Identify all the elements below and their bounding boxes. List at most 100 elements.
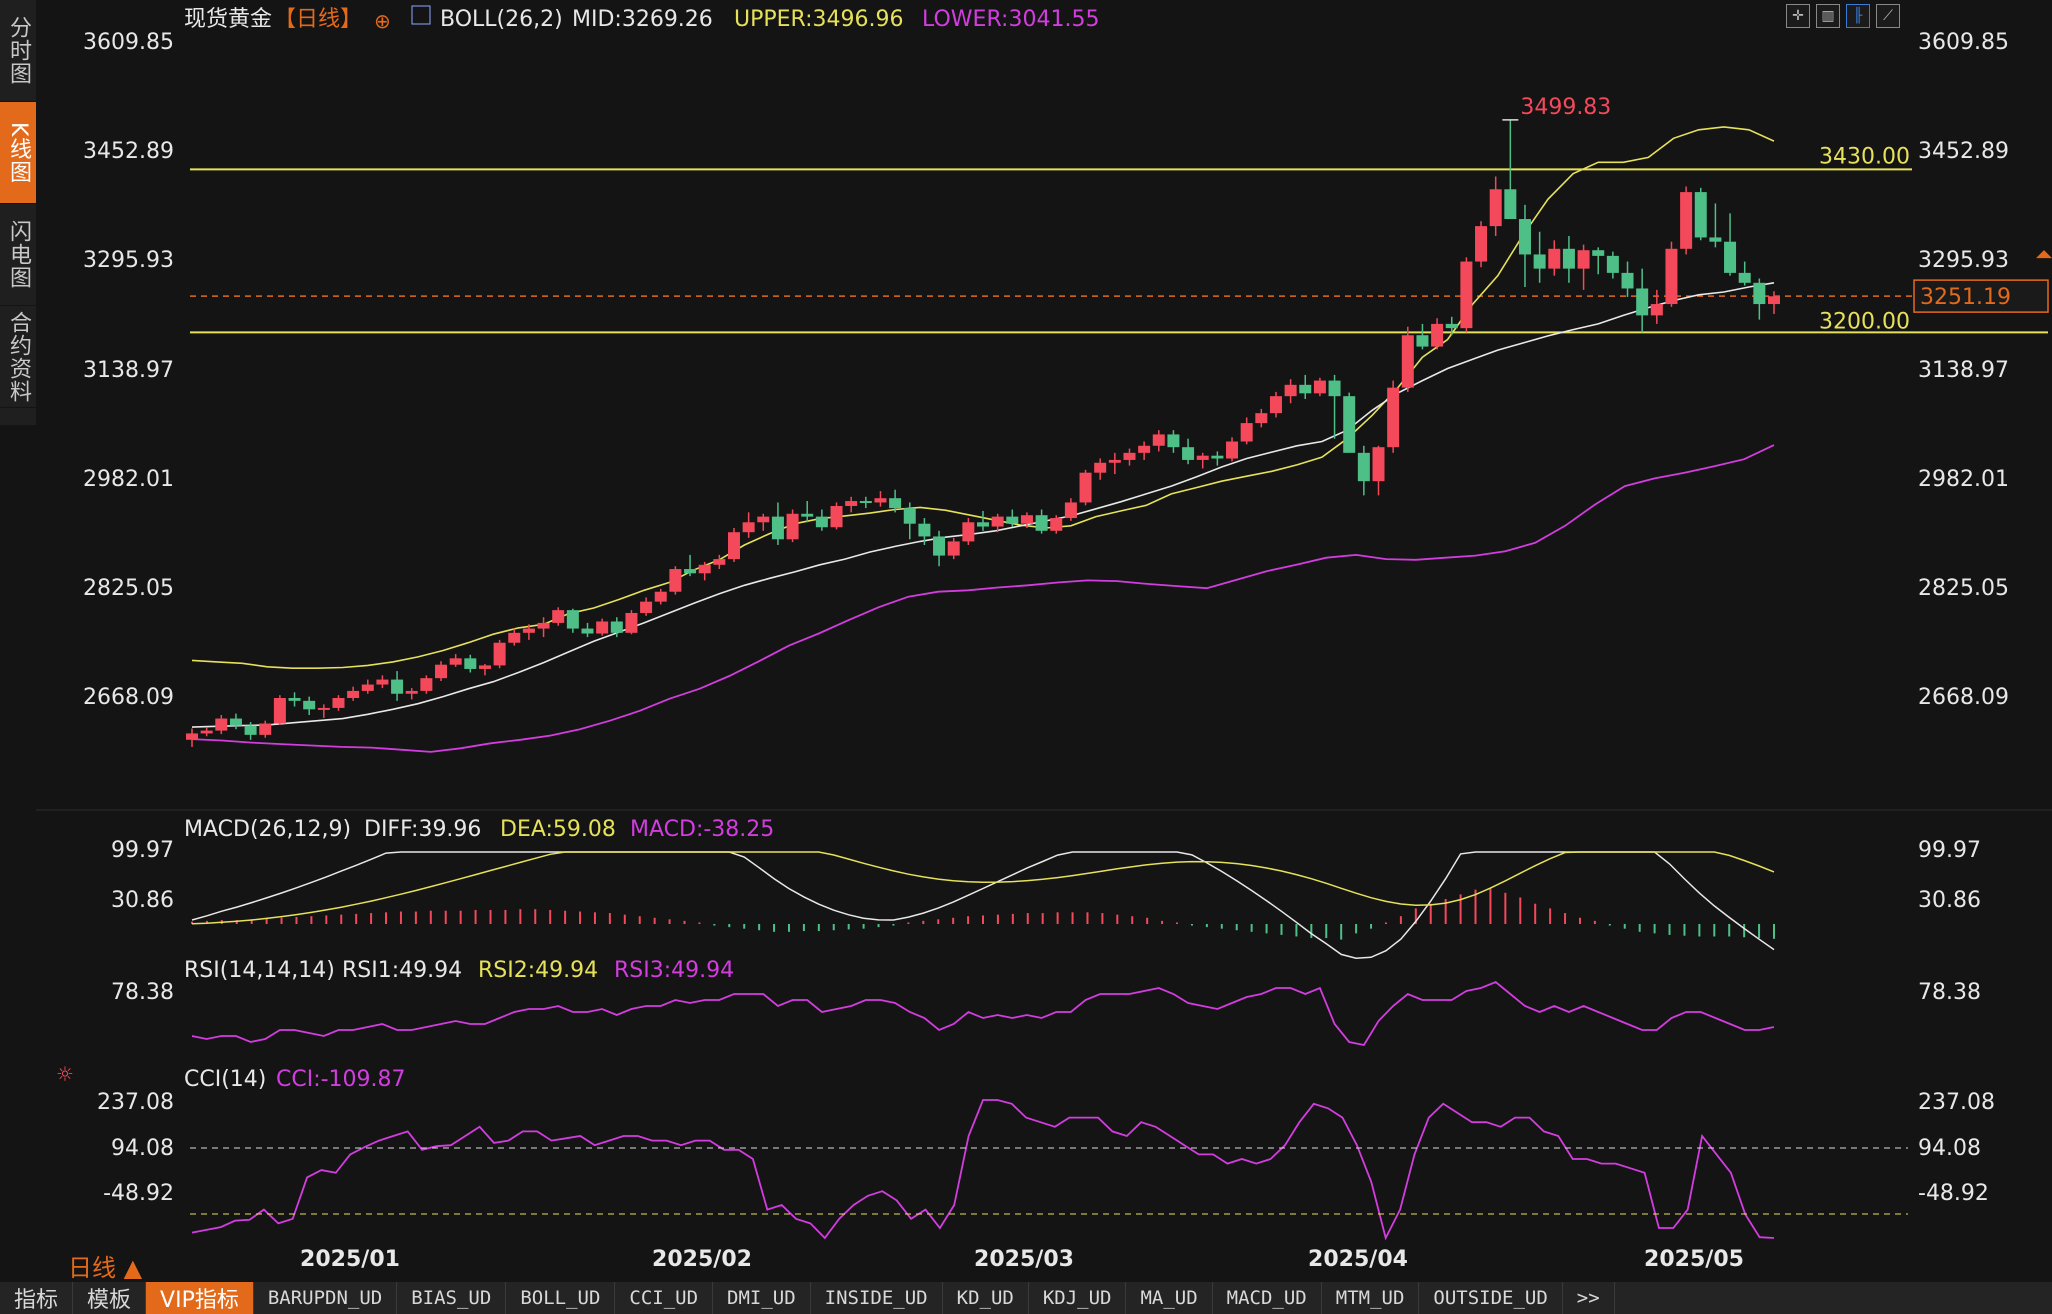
candle bbox=[581, 622, 594, 638]
indicator-tab-kd-ud[interactable]: KD_UD bbox=[943, 1282, 1029, 1314]
macd-tick-mid-left: 30.86 bbox=[111, 888, 174, 913]
rsi-label: RSI(14,14,14) bbox=[184, 958, 335, 983]
indicator-tab-ma-ud[interactable]: MA_UD bbox=[1126, 1282, 1213, 1314]
candle bbox=[1724, 213, 1737, 276]
indicator-tab-模板[interactable]: 模板 bbox=[73, 1282, 147, 1314]
candle bbox=[596, 618, 609, 636]
x-label-may: 2025/05 bbox=[1644, 1247, 1744, 1272]
candle-body bbox=[435, 664, 448, 679]
line-icon[interactable]: ⟋ bbox=[1876, 4, 1900, 28]
price-tick-left: 3138.97 bbox=[83, 358, 174, 383]
candle bbox=[1211, 451, 1224, 466]
candle-body bbox=[1445, 323, 1458, 329]
indicator-tab-macd-ud[interactable]: MACD_UD bbox=[1213, 1282, 1322, 1314]
indicator-tab-指标[interactable]: 指标 bbox=[0, 1282, 74, 1314]
indicator-tab-mtm-ud[interactable]: MTM_UD bbox=[1322, 1282, 1420, 1314]
candle bbox=[684, 554, 697, 577]
candle bbox=[669, 566, 682, 595]
x-label-jan: 2025/01 bbox=[300, 1247, 400, 1272]
candle bbox=[1138, 441, 1151, 460]
candle-body bbox=[713, 559, 726, 565]
rsi3-value: RSI3:49.94 bbox=[614, 958, 734, 983]
indicator-tab--[interactable]: >> bbox=[1563, 1282, 1615, 1314]
candle-body bbox=[1460, 261, 1473, 329]
candle bbox=[801, 501, 814, 523]
candle-body bbox=[1313, 380, 1326, 394]
candle-body bbox=[273, 698, 286, 724]
macd-tick-high-left: 99.97 bbox=[111, 838, 174, 863]
candle bbox=[273, 695, 286, 725]
candle bbox=[200, 727, 213, 737]
candle-body bbox=[1108, 459, 1121, 463]
candle-body bbox=[1518, 219, 1531, 255]
candle bbox=[1680, 186, 1693, 255]
candle-body bbox=[610, 621, 623, 633]
candle bbox=[259, 720, 272, 738]
candle-body bbox=[889, 498, 902, 509]
candle bbox=[1621, 261, 1634, 297]
indicator-tab-vip指标[interactable]: VIP指标 bbox=[146, 1282, 254, 1314]
cci-tick-low-left: -48.92 bbox=[103, 1181, 174, 1206]
candle bbox=[1064, 498, 1077, 521]
price-tick-right: 3138.97 bbox=[1918, 358, 2009, 383]
x-label-feb: 2025/02 bbox=[652, 1247, 752, 1272]
indicator-tab-inside-ud[interactable]: INSIDE_UD bbox=[811, 1282, 943, 1314]
candle-body bbox=[962, 522, 975, 542]
candle-body bbox=[1328, 380, 1341, 397]
indicator-tab-kdj-ud[interactable]: KDJ_UD bbox=[1029, 1282, 1127, 1314]
candle bbox=[830, 502, 843, 530]
candle bbox=[1533, 231, 1546, 283]
candle bbox=[1108, 452, 1121, 475]
candle-body bbox=[596, 621, 609, 634]
candle bbox=[757, 513, 770, 531]
candle bbox=[464, 654, 477, 673]
candle-body bbox=[581, 628, 594, 634]
candle-body bbox=[537, 622, 550, 629]
candle bbox=[435, 661, 448, 681]
candle-body bbox=[1167, 434, 1180, 448]
indicator-tab-bias-ud[interactable]: BIAS_UD bbox=[397, 1282, 507, 1314]
boll-lower: LOWER:3041.55 bbox=[922, 7, 1099, 32]
macd-diff: DIFF:39.96 bbox=[364, 817, 481, 842]
candle bbox=[977, 510, 989, 531]
candle-body bbox=[552, 610, 565, 623]
candle bbox=[303, 696, 316, 716]
crosshair-icon[interactable]: ✛ bbox=[1786, 4, 1810, 28]
candle-body bbox=[478, 665, 491, 669]
candle-body bbox=[903, 508, 916, 524]
macd-label: MACD(26,12,9) bbox=[184, 817, 351, 842]
cci-tick-high-left: 237.08 bbox=[97, 1090, 174, 1115]
candle-body bbox=[200, 730, 213, 734]
indicator-tab-cci-ud[interactable]: CCI_UD bbox=[615, 1282, 714, 1314]
candle-body bbox=[640, 601, 653, 613]
candle-icon[interactable]: ▥ bbox=[1816, 4, 1840, 28]
candle bbox=[1284, 379, 1297, 404]
candle bbox=[1562, 236, 1575, 283]
indicator-tab-boll-ud[interactable]: BOLL_UD bbox=[506, 1282, 616, 1314]
candle-body bbox=[625, 612, 638, 633]
candle-body bbox=[493, 642, 506, 666]
cci-label: CCI(14) bbox=[184, 1067, 266, 1092]
candle bbox=[1431, 318, 1444, 350]
support-label: 3200.00 bbox=[1819, 309, 1910, 334]
bar-icon[interactable]: ╟ bbox=[1846, 4, 1870, 28]
candle-body bbox=[991, 516, 1004, 527]
candle-body bbox=[376, 679, 389, 685]
candle bbox=[361, 679, 374, 694]
candle-body bbox=[303, 700, 316, 710]
candle-body bbox=[391, 679, 404, 694]
indicator-tab-dmi-ud[interactable]: DMI_UD bbox=[713, 1282, 811, 1314]
indicator-tab-outside-ud[interactable]: OUTSIDE_UD bbox=[1419, 1282, 1563, 1314]
candle bbox=[1489, 176, 1502, 237]
candle-body bbox=[508, 632, 521, 643]
chart-area[interactable]: 现货黄金 【日线】 ⊕ BOLL(26,2) MID:3269.26 UPPER… bbox=[0, 0, 2052, 1282]
candle-body bbox=[1343, 396, 1356, 453]
candle bbox=[1577, 244, 1590, 290]
indicator-tab-barupdn-ud[interactable]: BARUPDN_UD bbox=[254, 1282, 398, 1314]
price-tick-right: 3609.85 bbox=[1918, 30, 2009, 55]
candle bbox=[1035, 509, 1048, 534]
period-selector[interactable]: 日线 ▲ bbox=[68, 1248, 142, 1283]
add-icon[interactable]: ⊕ bbox=[374, 9, 391, 33]
price-tick-right: 2982.01 bbox=[1918, 467, 2009, 492]
candle bbox=[962, 518, 975, 545]
